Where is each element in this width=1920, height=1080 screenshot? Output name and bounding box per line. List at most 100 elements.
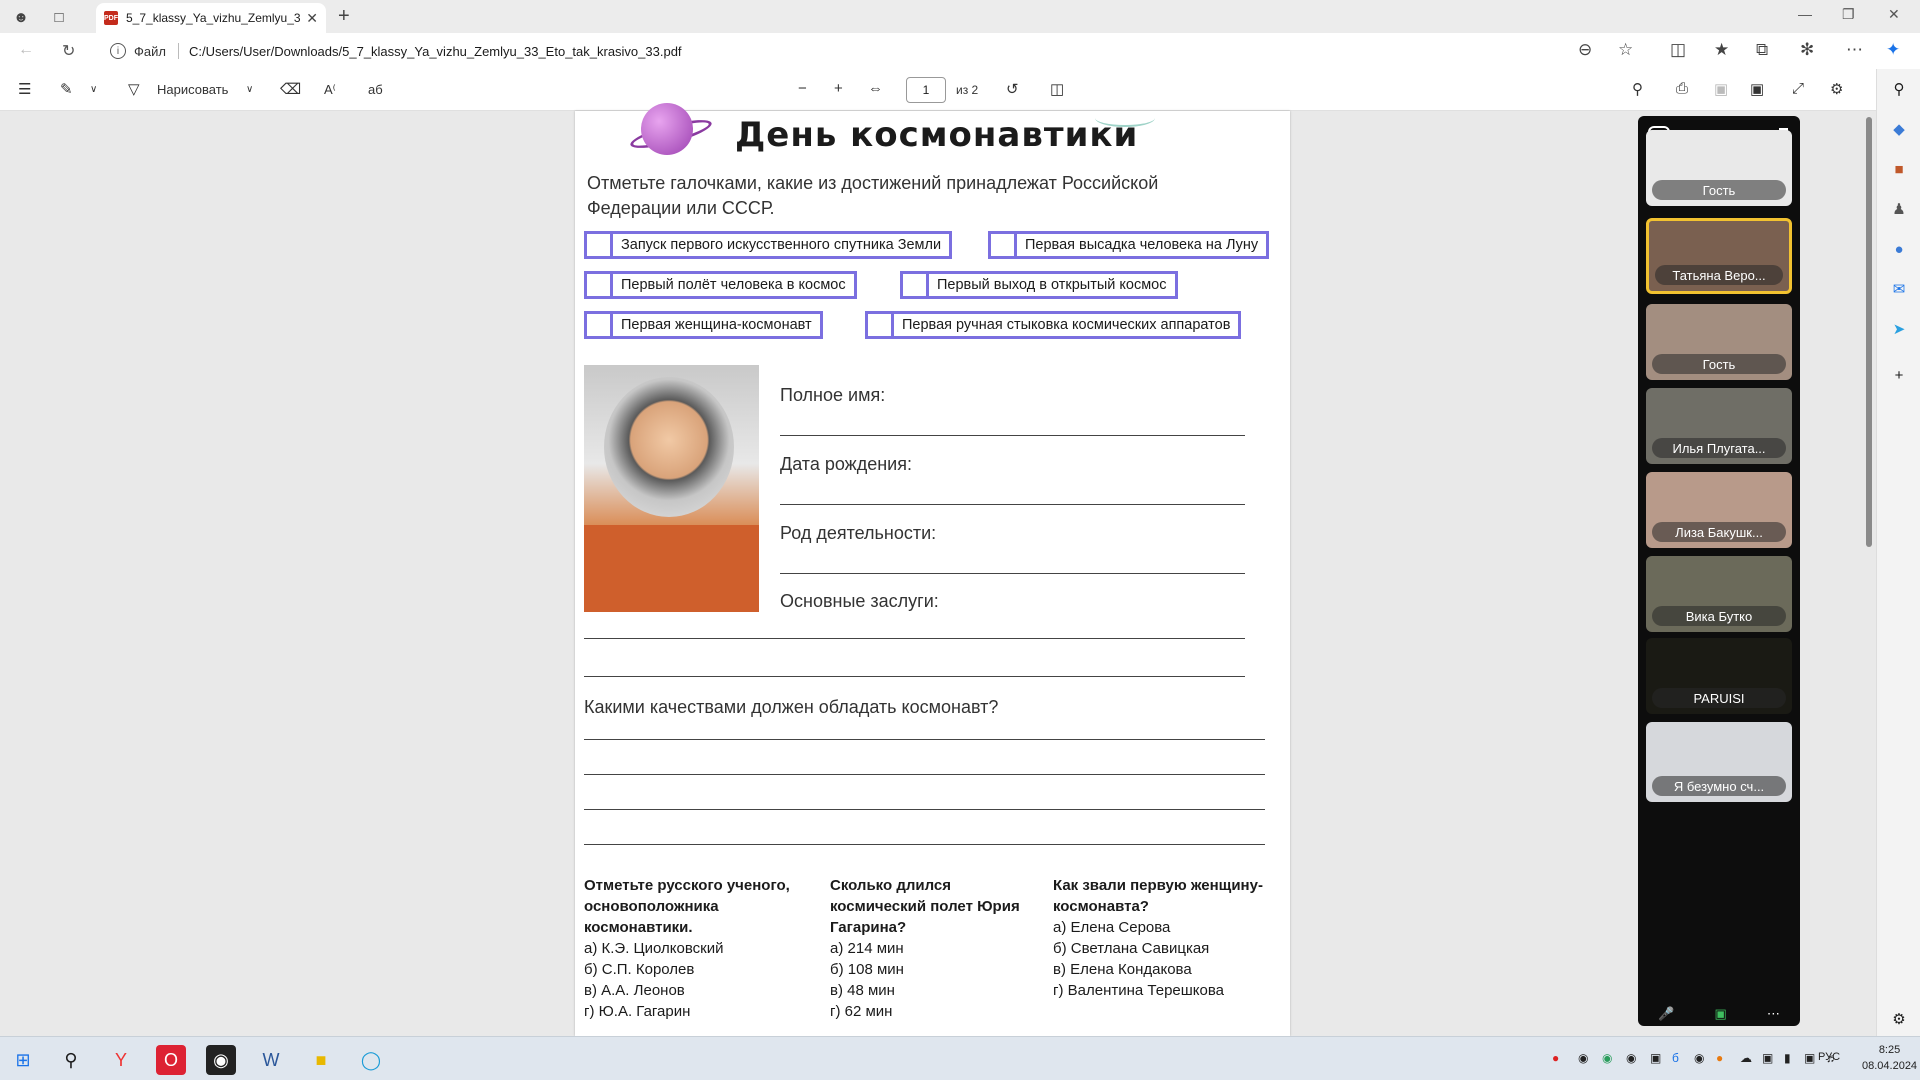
participant-tile[interactable]: Вика Бутко [1646, 556, 1792, 632]
minimize-icon[interactable]: — [1798, 6, 1812, 22]
opera-icon[interactable]: O [156, 1045, 186, 1075]
close-tab-icon[interactable]: ✕ [306, 10, 318, 27]
bluetooth-icon[interactable]: б [1672, 1051, 1679, 1065]
read-aloud-icon[interactable]: A⁽ [324, 82, 336, 98]
new-tab-button[interactable]: + [338, 5, 350, 28]
save-as-icon[interactable]: ▣ [1750, 80, 1764, 98]
office-icon[interactable]: ● [1889, 239, 1909, 259]
page-view-icon[interactable]: ◫ [1050, 80, 1064, 98]
settings-icon[interactable]: ⚙ [1830, 80, 1843, 98]
more-options-icon[interactable]: ⋯ [1767, 1006, 1780, 1022]
collections-icon[interactable]: ⧉ [1756, 40, 1768, 60]
draw-icon[interactable]: ▽ [128, 80, 140, 98]
extensions-icon[interactable]: ✻ [1800, 40, 1814, 60]
edge-browser-icon[interactable]: ◯ [356, 1045, 386, 1075]
checkbox-moon-landing[interactable]: Первая высадка человека на Луну [988, 231, 1270, 259]
print-icon[interactable]: ⎙ [1676, 80, 1688, 97]
tab-actions-icon[interactable]: □ [48, 6, 70, 28]
add-app-icon[interactable]: + [1889, 365, 1909, 385]
participant-tile[interactable]: Лиза Бакушк... [1646, 472, 1792, 548]
zoom-out-button[interactable]: − [798, 80, 807, 97]
checkbox-woman-cosmonaut[interactable]: Первая женщина-космонавт [584, 311, 823, 339]
more-menu-icon[interactable]: ⋯ [1846, 40, 1863, 60]
zoom-in-button[interactable]: + [834, 80, 843, 97]
rotate-icon[interactable]: ↺ [1006, 80, 1019, 98]
word-icon[interactable]: W [256, 1045, 286, 1075]
camera-icon[interactable]: ▣ [1762, 1051, 1773, 1065]
checkbox-manual-docking[interactable]: Первая ручная стыковка космических аппар… [865, 311, 1242, 339]
browser-tab[interactable]: PDF 5_7_klassy_Ya_vizhu_Zemlyu_33_ ✕ [96, 3, 326, 33]
yandex-browser-icon[interactable]: Y [106, 1045, 136, 1075]
tray-icon[interactable]: ◉ [1626, 1051, 1636, 1065]
copilot-icon[interactable]: ✦ [1886, 40, 1900, 60]
refresh-icon[interactable]: ↻ [62, 41, 75, 61]
mic-off-icon[interactable]: 🎤 [1658, 1006, 1674, 1022]
tray-icon[interactable]: ◉ [1694, 1051, 1704, 1065]
shopping-icon[interactable]: ◆ [1889, 119, 1909, 139]
scrollbar-thumb[interactable] [1866, 117, 1872, 547]
info-icon[interactable]: i [110, 43, 126, 59]
chevron-down-icon[interactable]: ∨ [246, 84, 253, 95]
save-icon[interactable]: ▣ [1714, 80, 1728, 98]
vertical-scrollbar[interactable] [1864, 111, 1874, 1036]
participant-tile[interactable]: Илья Плугата... [1646, 388, 1792, 464]
profile-icon[interactable]: ☻ [10, 6, 32, 28]
clock[interactable]: 8:25 08.04.2024 [1862, 1042, 1917, 1074]
chevron-down-icon[interactable]: ∨ [90, 84, 97, 95]
url-field[interactable]: i Файл C:/Users/User/Downloads/5_7_klass… [110, 37, 1640, 65]
battery-icon[interactable]: ▮ [1784, 1051, 1791, 1065]
favorite-star-icon[interactable]: ☆ [1618, 40, 1633, 60]
checkbox-sputnik[interactable]: Запуск первого искусственного спутника З… [584, 231, 953, 259]
eraser-icon[interactable]: ⌫ [280, 80, 301, 98]
tray-icon[interactable]: ● [1716, 1051, 1723, 1065]
search-icon[interactable]: ⚲ [56, 1045, 86, 1075]
back-icon[interactable]: ← [18, 41, 34, 59]
language-indicator[interactable]: РУС [1818, 1051, 1840, 1063]
participant-tile[interactable]: PARUISI [1646, 638, 1792, 714]
search-icon[interactable]: ⚲ [1889, 79, 1909, 99]
tray-icon[interactable]: ◉ [1602, 1051, 1612, 1065]
checkbox-first-flight[interactable]: Первый полёт человека в космос [584, 271, 857, 299]
page-number-input[interactable]: 1 [906, 77, 946, 103]
telegram-icon[interactable]: ➤ [1889, 319, 1909, 339]
tray-icon[interactable]: ◉ [1578, 1051, 1588, 1065]
quiz-column: Отметьте русского ученого, основоположни… [584, 875, 819, 1022]
participant-tile[interactable]: Татьяна Веро... [1646, 218, 1792, 294]
checkbox-square[interactable] [903, 274, 929, 296]
close-window-icon[interactable]: ✕ [1888, 6, 1900, 23]
zoom-out-icon[interactable]: ⊖ [1578, 40, 1592, 60]
fit-page-icon[interactable]: ⇔ [868, 80, 883, 97]
participant-name: Гость [1652, 180, 1786, 200]
tray-icon[interactable]: ▣ [1650, 1051, 1661, 1065]
cloud-icon[interactable]: ☁ [1740, 1051, 1752, 1065]
obs-icon[interactable]: ◉ [206, 1045, 236, 1075]
file-explorer-icon[interactable]: ■ [306, 1045, 336, 1075]
highlight-icon[interactable]: ✎ [60, 80, 73, 98]
favorites-icon[interactable]: ★ [1714, 40, 1729, 60]
participant-tile[interactable]: Гость [1646, 304, 1792, 380]
checkbox-square[interactable] [587, 314, 613, 336]
tools-icon[interactable]: ■ [1889, 159, 1909, 179]
checkbox-spacewalk[interactable]: Первый выход в открытый космос [900, 271, 1178, 299]
contents-icon[interactable]: ☰ [18, 80, 31, 98]
network-icon[interactable]: ▣ [1804, 1051, 1815, 1065]
draw-button[interactable]: Нарисовать [157, 82, 228, 97]
screen-share-icon[interactable]: ▣ [1714, 1006, 1726, 1022]
restore-icon[interactable]: ❐ [1842, 6, 1855, 23]
checkbox-square[interactable] [868, 314, 894, 336]
participant-name: Вика Бутко [1652, 606, 1786, 626]
record-tray-icon[interactable]: ● [1552, 1051, 1559, 1065]
participant-tile[interactable]: Я безумно сч... [1646, 722, 1792, 802]
search-icon[interactable]: ⚲ [1632, 80, 1643, 98]
checkbox-square[interactable] [587, 234, 613, 256]
fullscreen-icon[interactable]: ⤢ [1792, 80, 1804, 97]
games-icon[interactable]: ♟ [1889, 199, 1909, 219]
split-screen-icon[interactable]: ◫ [1670, 40, 1686, 60]
checkbox-square[interactable] [991, 234, 1017, 256]
participant-tile[interactable]: Гость [1646, 130, 1792, 206]
checkbox-square[interactable] [587, 274, 613, 296]
translate-icon[interactable]: aб [368, 82, 383, 97]
outlook-icon[interactable]: ✉ [1889, 279, 1909, 299]
start-windows-icon[interactable]: ⊞ [8, 1045, 38, 1075]
sidebar-settings-icon[interactable]: ⚙ [1889, 1009, 1909, 1029]
